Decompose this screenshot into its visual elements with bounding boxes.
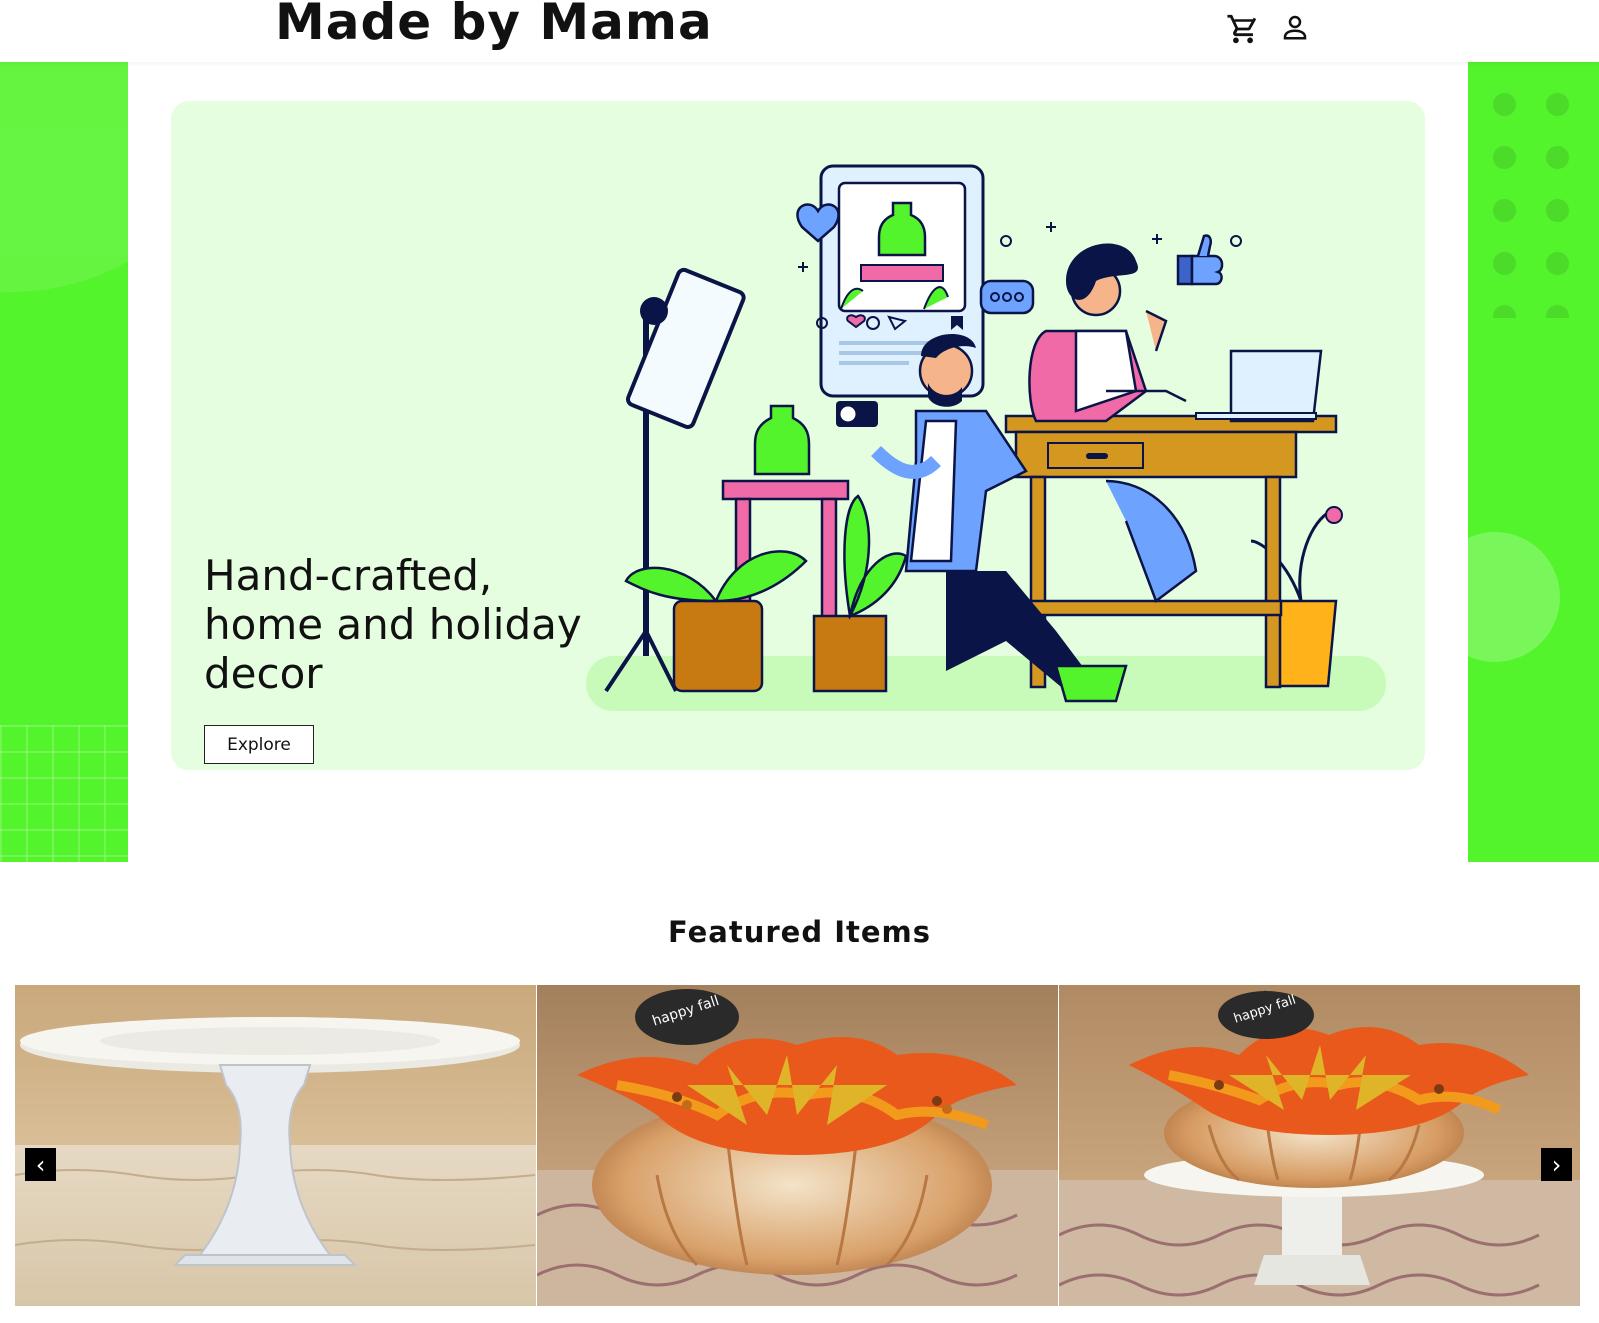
featured-item-photo[interactable]: happy fall: [1059, 985, 1580, 1306]
hero-card: Hand-crafted, home and holiday decor Exp…: [171, 101, 1425, 770]
featured-item-photo[interactable]: [15, 985, 536, 1306]
hero-illustration: [586, 161, 1416, 741]
decorative-grid: [0, 725, 130, 862]
carousel-prev-button[interactable]: ‹: [25, 1148, 56, 1181]
user-icon[interactable]: [1280, 12, 1314, 46]
hero-banner: Hand-crafted, home and holiday decor Exp…: [0, 62, 1599, 862]
hero-headline: Hand-crafted, home and holiday decor: [204, 551, 582, 698]
explore-button[interactable]: Explore: [204, 725, 314, 764]
featured-items-heading: Featured Items: [667, 915, 931, 949]
site-header: Made by Mama: [0, 0, 1599, 62]
hero-panel: Hand-crafted, home and holiday decor Exp…: [128, 62, 1468, 862]
featured-carousel[interactable]: happy fall happy fall: [15, 985, 1582, 1306]
carousel-next-button[interactable]: ›: [1541, 1148, 1572, 1181]
decorative-dots: [1478, 78, 1588, 318]
cart-icon[interactable]: [1226, 12, 1260, 46]
featured-item-photo[interactable]: happy fall: [537, 985, 1058, 1306]
brand-logo[interactable]: Made by Mama: [275, 0, 713, 52]
